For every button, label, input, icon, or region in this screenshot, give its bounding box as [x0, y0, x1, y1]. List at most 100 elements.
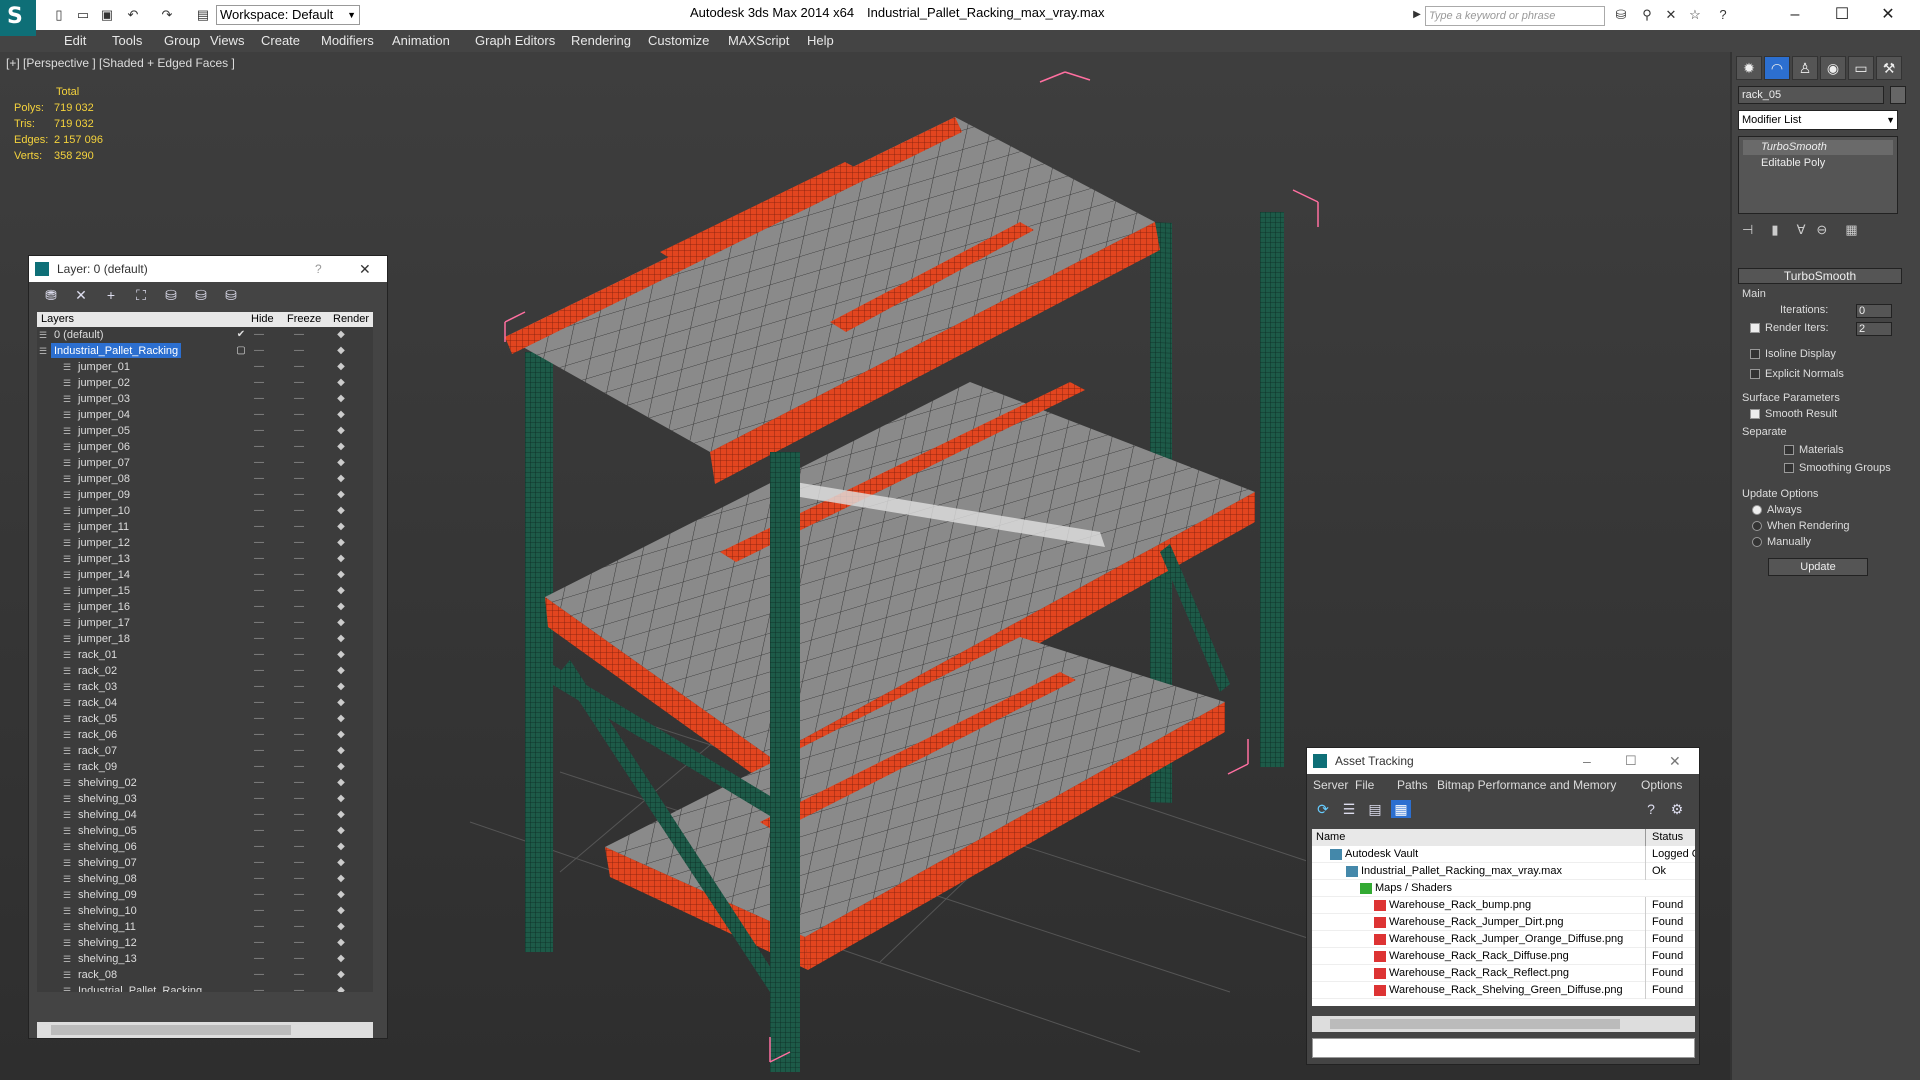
freeze-toggle-icon[interactable]: — — [291, 887, 307, 903]
list-view-icon[interactable]: ☰ — [1339, 800, 1359, 818]
layer-row[interactable]: ☰ rack_09 — — ◆ — [37, 759, 373, 775]
layer-row[interactable]: ☰ shelving_08 — — ◆ — [37, 871, 373, 887]
layer-row[interactable]: ☰ jumper_13 — — ◆ — [37, 551, 373, 567]
hide-toggle-icon[interactable]: — — [251, 759, 267, 775]
render-toggle-icon[interactable]: ◆ — [333, 951, 349, 967]
layer-row[interactable]: ☰ shelving_12 — — ◆ — [37, 935, 373, 951]
column-name[interactable]: Name — [1316, 829, 1345, 846]
freeze-toggle-icon[interactable]: — — [291, 551, 307, 567]
asset-row[interactable]: Warehouse_Rack_Shelving_Green_Diffuse.pn… — [1312, 982, 1695, 999]
asset-row[interactable]: Warehouse_Rack_Jumper_Orange_Diffuse.png… — [1312, 931, 1695, 948]
layer-row[interactable]: ☰ jumper_06 — — ◆ — [37, 439, 373, 455]
freeze-toggle-icon[interactable]: — — [291, 503, 307, 519]
hide-toggle-icon[interactable]: — — [251, 471, 267, 487]
hide-toggle-icon[interactable]: — — [251, 599, 267, 615]
freeze-toggle-icon[interactable]: — — [291, 663, 307, 679]
turbosmooth-rollout-header[interactable]: TurboSmooth — [1738, 268, 1902, 284]
render-toggle-icon[interactable]: ◆ — [333, 887, 349, 903]
freeze-toggle-icon[interactable]: — — [291, 967, 307, 983]
render-toggle-icon[interactable]: ◆ — [333, 599, 349, 615]
hide-toggle-icon[interactable]: — — [251, 727, 267, 743]
render-toggle-icon[interactable]: ◆ — [333, 647, 349, 663]
freeze-toggle-icon[interactable]: — — [291, 359, 307, 375]
display-tab-icon[interactable]: ▭ — [1848, 56, 1874, 80]
menu-views[interactable]: Views — [210, 33, 244, 48]
hide-toggle-icon[interactable]: — — [251, 695, 267, 711]
hide-toggle-icon[interactable]: — — [251, 647, 267, 663]
column-hide[interactable]: Hide — [251, 312, 274, 327]
asset-path-input[interactable] — [1312, 1038, 1695, 1058]
render-toggle-icon[interactable]: ◆ — [333, 535, 349, 551]
hide-toggle-icon[interactable]: — — [251, 375, 267, 391]
layer-row[interactable]: ☰ rack_03 — — ◆ — [37, 679, 373, 695]
close-button[interactable]: ✕ — [1868, 3, 1908, 27]
hide-toggle-icon[interactable]: — — [251, 359, 267, 375]
layer-row[interactable]: ☰ jumper_17 — — ◆ — [37, 615, 373, 631]
minimize-button[interactable]: – — [1775, 3, 1815, 27]
render-toggle-icon[interactable]: ◆ — [333, 823, 349, 839]
layer-row[interactable]: ☰ shelving_13 — — ◆ — [37, 951, 373, 967]
menu-animation[interactable]: Animation — [392, 33, 450, 48]
hide-toggle-icon[interactable]: — — [251, 391, 267, 407]
asset-row[interactable]: Warehouse_Rack_Rack_Reflect.png Found — [1312, 965, 1695, 982]
add-to-layer-icon[interactable]: + — [101, 286, 121, 304]
close-icon[interactable]: ✕ — [1669, 748, 1681, 774]
layer-row[interactable]: ☰ shelving_10 — — ◆ — [37, 903, 373, 919]
layer-row[interactable]: ☰ jumper_03 — — ◆ — [37, 391, 373, 407]
layer-row[interactable]: ☰ shelving_04 — — ◆ — [37, 807, 373, 823]
freeze-toggle-icon[interactable]: — — [291, 727, 307, 743]
freeze-toggle-icon[interactable]: — — [291, 807, 307, 823]
active-layer-check-icon[interactable]: ✔ — [233, 327, 249, 343]
maximize-button[interactable]: ☐ — [1822, 3, 1862, 27]
freeze-toggle-icon[interactable]: — — [291, 823, 307, 839]
layer-row[interactable]: ☰ rack_06 — — ◆ — [37, 727, 373, 743]
freeze-toggle-icon[interactable]: — — [291, 343, 307, 359]
layer-row[interactable]: ☰ jumper_11 — — ◆ — [37, 519, 373, 535]
hide-toggle-icon[interactable]: — — [251, 775, 267, 791]
hide-toggle-icon[interactable]: — — [251, 887, 267, 903]
render-toggle-icon[interactable]: ◆ — [333, 663, 349, 679]
render-toggle-icon[interactable]: ◆ — [333, 583, 349, 599]
asset-menu-options[interactable]: Options — [1641, 778, 1682, 792]
layer-row[interactable]: ☰ jumper_12 — — ◆ — [37, 535, 373, 551]
stack-item-editable-poly[interactable]: Editable Poly — [1743, 156, 1893, 171]
layer-row[interactable]: ☰ jumper_09 — — ◆ — [37, 487, 373, 503]
freeze-toggle-icon[interactable]: — — [291, 471, 307, 487]
menu-rendering[interactable]: Rendering — [571, 33, 631, 48]
layer-row[interactable]: ☰ shelving_07 — — ◆ — [37, 855, 373, 871]
menu-modifiers[interactable]: Modifiers — [321, 33, 374, 48]
column-status[interactable]: Status — [1645, 829, 1683, 846]
layer-row[interactable]: ☰ Industrial_Pallet_Racking — — ◆ — [37, 983, 373, 992]
hide-toggle-icon[interactable]: — — [251, 615, 267, 631]
app-logo-icon[interactable]: S — [0, 0, 36, 36]
scrollbar-thumb[interactable] — [1330, 1019, 1620, 1029]
freeze-toggle-icon[interactable]: — — [291, 519, 307, 535]
layer-row[interactable]: ☰ jumper_05 — — ◆ — [37, 423, 373, 439]
layer-row[interactable]: ☰ rack_01 — — ◆ — [37, 647, 373, 663]
render-toggle-icon[interactable]: ◆ — [333, 631, 349, 647]
hide-toggle-icon[interactable]: — — [251, 583, 267, 599]
hide-toggle-icon[interactable]: — — [251, 983, 267, 992]
render-toggle-icon[interactable]: ◆ — [333, 519, 349, 535]
expand-arrow-icon[interactable]: ▶ — [1408, 6, 1426, 24]
freeze-toggle-icon[interactable]: — — [291, 583, 307, 599]
delete-layer-icon[interactable]: ✕ — [71, 286, 91, 304]
hide-toggle-icon[interactable]: — — [251, 871, 267, 887]
object-color-swatch[interactable] — [1890, 86, 1906, 104]
hide-toggle-icon[interactable]: — — [251, 679, 267, 695]
close-icon[interactable]: ✕ — [359, 256, 371, 282]
render-iters-checkbox[interactable]: Render Iters: — [1750, 322, 1829, 334]
layer-row[interactable]: ☰ rack_08 — — ◆ — [37, 967, 373, 983]
scrollbar-thumb[interactable] — [51, 1025, 291, 1035]
object-name-field[interactable]: rack_05 — [1738, 86, 1884, 104]
create-layer-icon[interactable]: ⛃ — [41, 286, 61, 304]
open-file-icon[interactable]: ▭ — [74, 6, 92, 24]
render-toggle-icon[interactable]: ◆ — [333, 423, 349, 439]
workspace-dropdown[interactable]: Workspace: Default ▼ — [216, 5, 360, 25]
freeze-toggle-icon[interactable]: — — [291, 439, 307, 455]
hide-toggle-icon[interactable]: — — [251, 551, 267, 567]
hide-toggle-icon[interactable]: — — [251, 327, 267, 343]
modifier-list-dropdown[interactable]: Modifier List ▼ — [1738, 110, 1898, 130]
menu-create[interactable]: Create — [261, 33, 300, 48]
layer-row[interactable]: ☰ rack_04 — — ◆ — [37, 695, 373, 711]
